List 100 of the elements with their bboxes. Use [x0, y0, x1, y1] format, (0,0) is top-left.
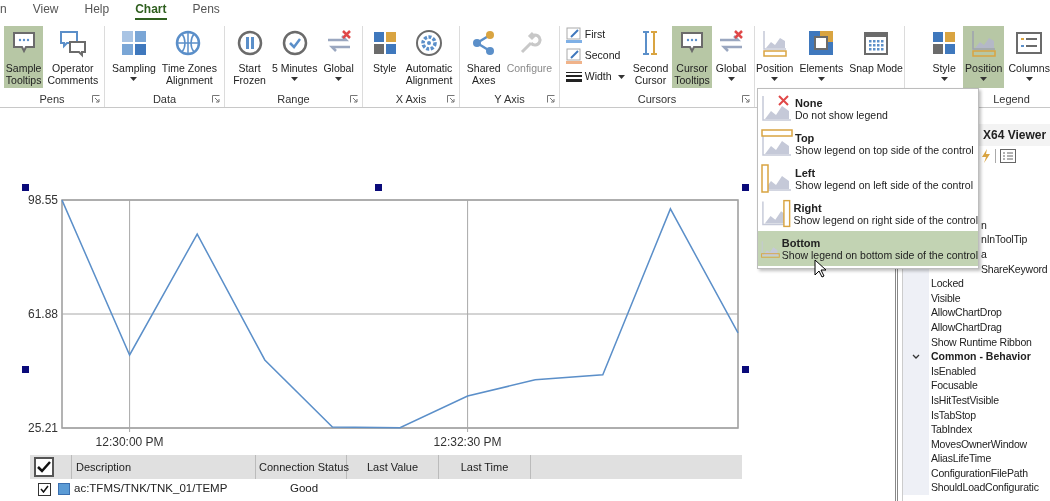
y-tick-label: 98.55: [27, 193, 58, 207]
ribbon-button[interactable]: 5 Minutes: [269, 26, 320, 88]
ribbon-tab[interactable]: Help: [84, 1, 110, 20]
property-name[interactable]: Locked: [929, 277, 964, 291]
ribbon-button[interactable]: Second Cursor: [630, 26, 671, 88]
group-label: Legend: [993, 91, 1030, 107]
row-gutter: [903, 276, 929, 291]
ribbon-button[interactable]: Global: [713, 26, 749, 88]
property-name[interactable]: ShouldLoadConfiguratic: [929, 481, 1039, 495]
property-name[interactable]: ConfigurationFilePath: [929, 466, 1028, 480]
ribbon-button[interactable]: Shared Axes: [464, 26, 503, 88]
caret-icon: [617, 75, 625, 79]
chart-legend-top-icon: [761, 128, 793, 159]
menu-item[interactable]: Left Show legend on left side of the control: [758, 161, 978, 196]
list-icon[interactable]: [1000, 149, 1016, 163]
dialog-launcher-icon[interactable]: [212, 95, 220, 103]
table-cell-text: Good: [289, 481, 320, 497]
selection-handle[interactable]: [22, 184, 29, 191]
ribbon-button[interactable]: Position: [963, 26, 1005, 88]
property-name[interactable]: IsTabStop: [929, 408, 976, 422]
group-label: X Axis: [395, 91, 427, 107]
ribbon-tab[interactable]: Pens: [192, 1, 220, 20]
dialog-launcher-icon[interactable]: [350, 95, 358, 103]
dialog-launcher-icon[interactable]: [742, 95, 750, 103]
caret-icon: [980, 77, 988, 81]
ribbon-button[interactable]: Start Frozen: [231, 26, 268, 88]
x-tick-label: 12:30:00 PM: [95, 435, 164, 449]
column-header[interactable]: Description: [72, 455, 256, 479]
check-icon: [37, 461, 51, 473]
line-weight-icon: [565, 71, 582, 83]
y-tick-label: 61.88: [27, 307, 58, 321]
ribbon-button[interactable]: Snap Mode: [847, 26, 905, 88]
property-name[interactable]: TabIndex: [929, 423, 972, 437]
caret-icon: [940, 77, 948, 81]
table-cell-text: ac:TFMS/TNK/TNK_01/TEMP: [74, 481, 229, 497]
x-tick-label: 12:32:30 PM: [433, 435, 502, 449]
check-icon: [39, 485, 49, 493]
group-label: Cursors: [637, 91, 677, 107]
caret-icon: [1025, 77, 1033, 81]
group-label: Pens: [39, 91, 65, 107]
dialog-launcher-icon[interactable]: [547, 95, 555, 103]
chart-legend-left-icon: [761, 163, 793, 194]
caret-icon: [130, 77, 138, 81]
selection-handle[interactable]: [22, 366, 29, 373]
ribbon-button[interactable]: Sample Tooltips: [3, 26, 44, 88]
ribbon-button[interactable]: Style: [367, 26, 402, 88]
ribbon-tab[interactable]: n: [0, 1, 7, 20]
lightning-icon[interactable]: [981, 149, 991, 163]
menu-item[interactable]: Right Show legend on right side of the control: [758, 196, 978, 231]
ribbon-button[interactable]: Columns: [1006, 26, 1050, 88]
selection-handle[interactable]: [742, 184, 749, 191]
menu-item[interactable]: Bottom Show legend on bottom side of the control: [758, 231, 978, 266]
menu-item[interactable]: Top Show legend on top side of the control: [758, 126, 978, 161]
caret-icon: [727, 77, 735, 81]
ribbon-button[interactable]: Cursor Tooltips: [672, 26, 712, 88]
ribbon-small-button[interactable]: Second: [565, 47, 625, 65]
group-label: Y Axis: [494, 91, 525, 107]
caret-icon: [817, 77, 825, 81]
speech-bubbles-icon: [57, 28, 88, 58]
dialog-launcher-icon[interactable]: [447, 95, 455, 103]
ribbon-tab[interactable]: View: [32, 1, 59, 20]
column-header[interactable]: Connection Status: [256, 455, 347, 479]
caret-icon: [291, 77, 299, 81]
property-name[interactable]: IsEnabled: [929, 364, 976, 378]
y-tick-label: 25.21: [27, 421, 58, 435]
panel-title: X64 Viewer: [983, 127, 1047, 144]
ribbon-small-button[interactable]: First: [565, 26, 625, 44]
chart-none-icon: [761, 93, 793, 124]
row-checkbox[interactable]: [37, 482, 51, 496]
ribbon-button[interactable]: Global: [321, 26, 356, 88]
property-name[interactable]: MovesOwnerWindow: [929, 437, 1027, 451]
ribbon-small-button[interactable]: Width: [565, 68, 625, 86]
property-name[interactable]: AllowChartDrag: [929, 320, 1002, 334]
property-name[interactable]: AllowChartDrop: [929, 306, 1002, 320]
ribbon-button[interactable]: Time Zones Alignment: [159, 26, 219, 88]
category-name[interactable]: Common - Behavior: [929, 348, 1031, 365]
ribbon-button[interactable]: Position: [754, 26, 796, 88]
chevron-icon[interactable]: [912, 353, 920, 360]
dialog-launcher-icon[interactable]: [92, 95, 100, 103]
selection-handle[interactable]: [742, 366, 749, 373]
caret-icon: [335, 77, 343, 81]
ribbon-button[interactable]: Operator Comments: [45, 26, 101, 88]
ribbon-button[interactable]: Elements: [797, 26, 846, 88]
property-name[interactable]: Focusable: [929, 379, 978, 393]
group-label: Data: [152, 91, 177, 107]
property-name[interactable]: AliasLifeTime: [929, 452, 992, 466]
property-name[interactable]: Visible: [929, 291, 961, 305]
group-label: Range: [277, 91, 310, 107]
select-all-checkbox[interactable]: [34, 457, 54, 477]
caret-icon: [771, 77, 779, 81]
property-name[interactable]: Show Runtime Ribbon: [929, 335, 1032, 349]
column-header[interactable]: Last Time: [439, 455, 531, 479]
chart-legend-right-icon: [761, 198, 792, 229]
selection-handle[interactable]: [375, 184, 382, 191]
property-name[interactable]: IsHitTestVisible: [929, 393, 999, 407]
ribbon-button[interactable]: Automatic Alignment: [403, 26, 455, 88]
ribbon-button[interactable]: Style: [927, 26, 962, 88]
menu-item[interactable]: None Do not show legend: [758, 91, 978, 126]
ribbon-button[interactable]: Sampling: [110, 26, 158, 88]
gear-cycle-icon: [414, 28, 444, 58]
